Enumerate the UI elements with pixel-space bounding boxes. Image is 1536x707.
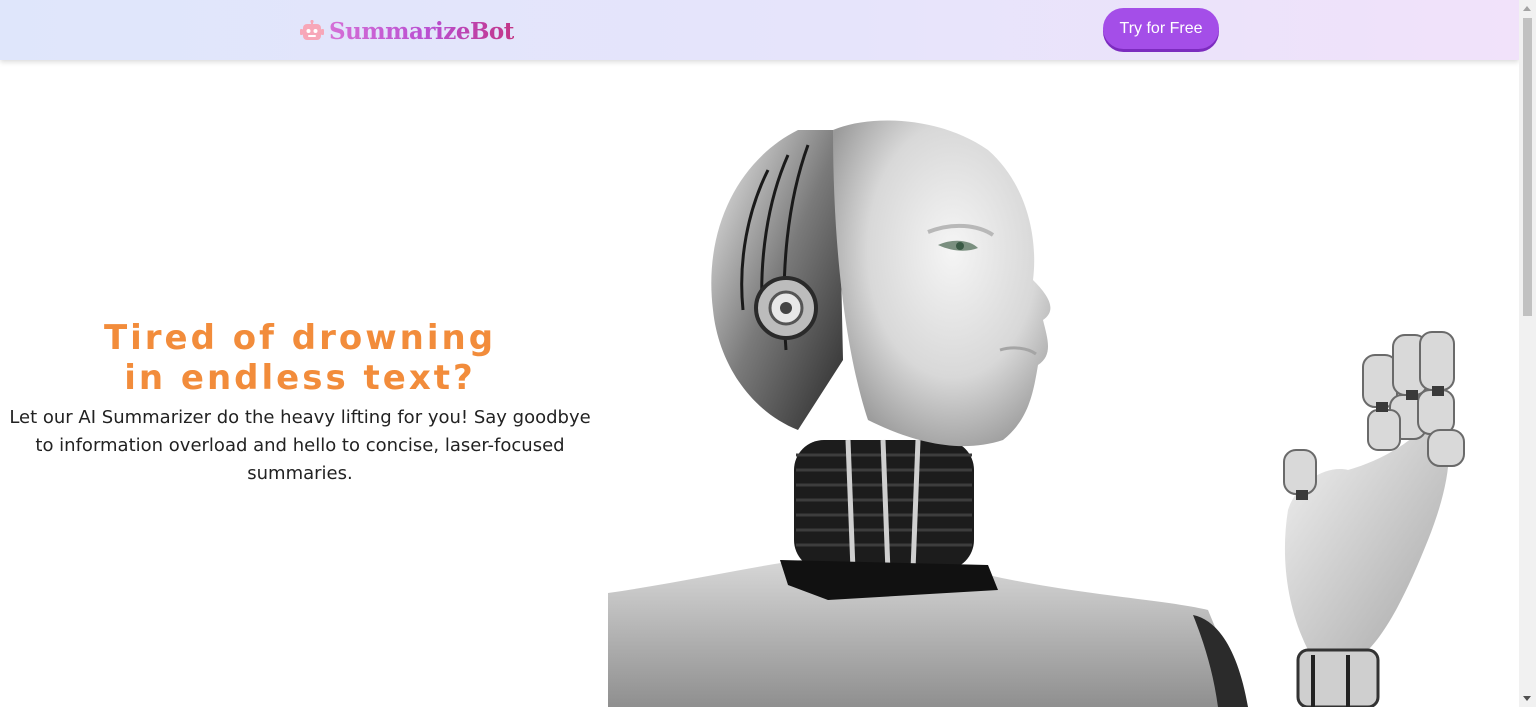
scroll-down-arrow-icon[interactable]: [1523, 696, 1531, 701]
page: SummarizeBot Try for Free Tired of drown…: [0, 0, 1536, 707]
try-for-free-button[interactable]: Try for Free: [1103, 8, 1219, 49]
top-navbar: SummarizeBot Try for Free: [0, 0, 1519, 60]
hero-section: Tired of drowning in endless text? Let o…: [0, 318, 600, 488]
robot-icon: [300, 20, 324, 40]
scroll-up-arrow-icon[interactable]: [1523, 6, 1531, 11]
vertical-scrollbar[interactable]: [1519, 0, 1536, 707]
brand-logo[interactable]: SummarizeBot: [300, 16, 514, 46]
robot-hero-image: [608, 120, 1465, 707]
scrollbar-thumb[interactable]: [1523, 18, 1532, 316]
hero-title: Tired of drowning in endless text?: [103, 318, 497, 398]
hero-subtitle: Let our AI Summarizer do the heavy lifti…: [9, 407, 591, 484]
brand-name: SummarizeBot: [329, 17, 514, 45]
